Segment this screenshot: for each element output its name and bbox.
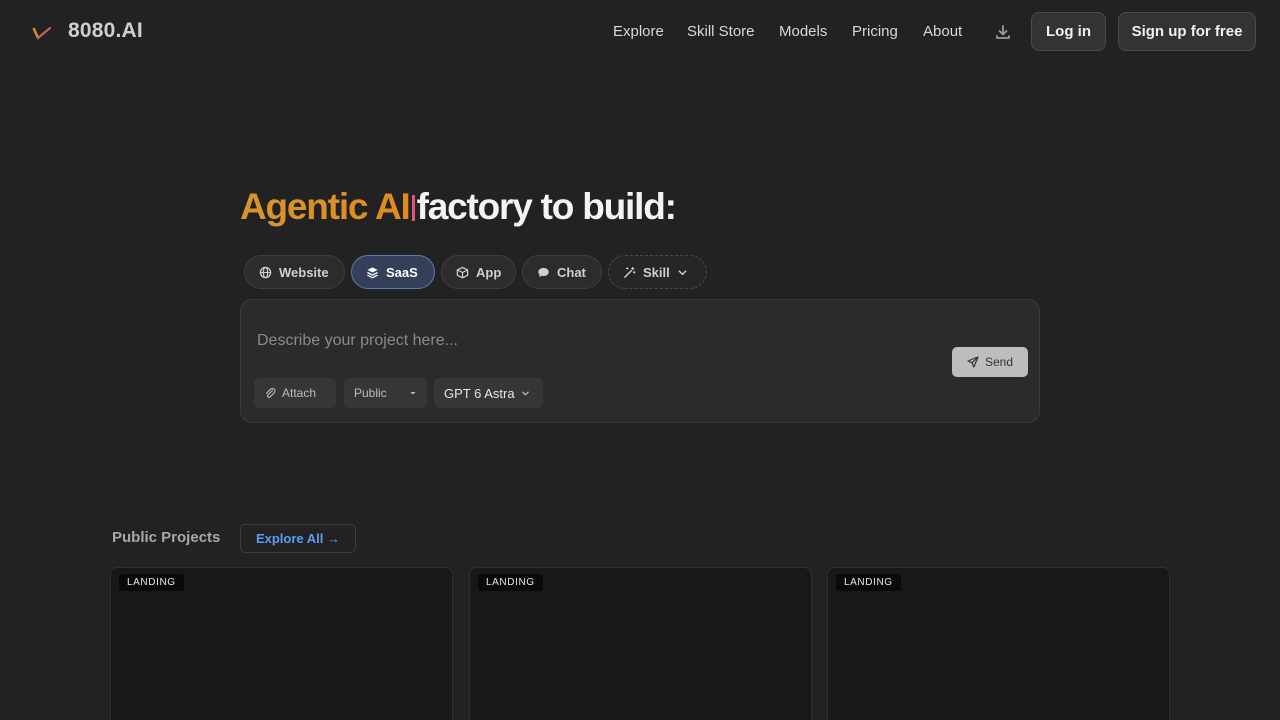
project-card[interactable]: LANDING xyxy=(827,567,1170,720)
attach-button[interactable]: Attach xyxy=(254,378,336,408)
nav-pricing[interactable]: Pricing xyxy=(852,23,898,40)
model-select[interactable]: GPT 6 Astra xyxy=(434,378,543,408)
send-label: Send xyxy=(984,355,1014,369)
chip-app-label: App xyxy=(476,264,502,280)
chip-chat[interactable]: Chat xyxy=(522,255,602,289)
nav-explore[interactable]: Explore xyxy=(613,23,664,40)
top-header: 8080.AI Explore Skill Store Models Prici… xyxy=(0,0,1280,64)
send-button[interactable]: Send xyxy=(952,347,1028,377)
caret-down-icon xyxy=(410,392,416,395)
hero-title-rest: factory to build: xyxy=(416,186,677,227)
chip-saas[interactable]: SaaS xyxy=(351,255,435,289)
chip-skill[interactable]: Skill xyxy=(608,255,707,289)
prompt-box: Send Attach Public GPT 6 Astra xyxy=(240,299,1040,423)
chip-website[interactable]: Website xyxy=(244,255,345,289)
chat-bubble-icon xyxy=(538,267,549,277)
project-card[interactable]: LANDING xyxy=(469,567,812,720)
model-value: GPT 6 Astra xyxy=(444,385,515,401)
brand-name[interactable]: 8080.AI xyxy=(68,19,143,43)
hero-title-accent: Agentic AI xyxy=(240,186,411,227)
hero-title: Agentic AI factory to build: xyxy=(240,186,677,228)
logo[interactable] xyxy=(30,20,54,44)
nav-skill-store[interactable]: Skill Store xyxy=(687,23,755,40)
nav-models[interactable]: Models xyxy=(779,23,827,40)
chevron-down-icon xyxy=(521,391,529,395)
typing-caret xyxy=(411,195,415,221)
explore-all-button[interactable]: Explore All → xyxy=(240,524,356,553)
globe-icon xyxy=(259,266,272,278)
card-badge: LANDING xyxy=(119,574,184,591)
chip-saas-label: SaaS xyxy=(386,264,418,280)
card-badge: LANDING xyxy=(478,574,543,591)
download-icon[interactable] xyxy=(994,23,1012,41)
logo-mark-icon xyxy=(32,26,52,40)
login-button[interactable]: Log in xyxy=(1031,12,1106,51)
layers-icon xyxy=(367,266,378,278)
nav-about[interactable]: About xyxy=(923,23,962,40)
visibility-value: Public xyxy=(354,386,387,400)
paperclip-icon xyxy=(265,387,276,398)
attach-label: Attach xyxy=(282,386,317,400)
chip-website-label: Website xyxy=(279,264,329,280)
magic-wand-icon xyxy=(624,266,636,278)
project-card[interactable]: LANDING xyxy=(110,567,453,720)
cube-icon xyxy=(456,266,469,278)
send-icon xyxy=(967,356,979,368)
public-projects-title: Public Projects xyxy=(112,529,221,546)
chip-chat-label: Chat xyxy=(557,264,586,280)
visibility-select[interactable]: Public xyxy=(344,378,427,408)
chip-skill-label: Skill xyxy=(643,264,670,280)
signup-button[interactable]: Sign up for free xyxy=(1118,12,1256,51)
chevron-down-icon xyxy=(678,269,687,275)
chip-app[interactable]: App xyxy=(441,255,516,289)
card-badge: LANDING xyxy=(836,574,901,591)
project-description-input[interactable] xyxy=(257,328,937,354)
